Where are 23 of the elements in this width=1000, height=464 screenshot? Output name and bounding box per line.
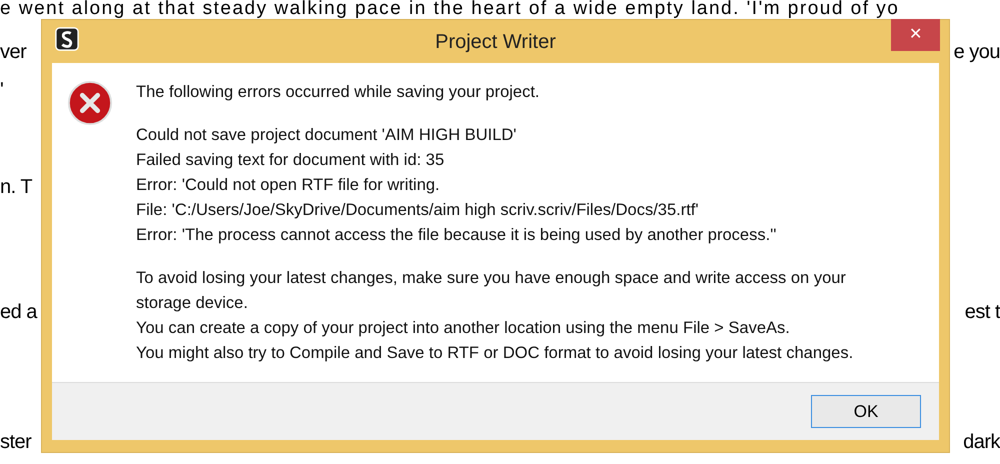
error-message: To avoid losing your latest changes, make sure you have enough space and write access on your storage device. [136,268,847,314]
ok-button[interactable]: OK [811,395,921,428]
error-message: Could not save project document 'AIM HIGH BUILD' [136,125,518,146]
error-message: File: 'C:/Users/Joe/SkyDrive/Documents/aim high scriv.scriv/Files/Docs/35.rtf' [136,200,700,221]
document-text: n. T [0,175,32,200]
document-text: dark [963,430,1000,455]
document-text: ed a [0,300,37,325]
document-text: e you [954,40,1000,65]
error-message: Error: 'The process cannot access the file because it is being used by another process.'' [136,225,778,246]
document-text: ' [0,78,4,103]
error-icon [67,80,113,126]
document-text: ster [0,430,32,455]
error-message: You might also try to Compile and Save to RTF or DOC format to avoid losing your latest changes. [136,343,854,364]
error-message: The following errors occurred while saving your project. [136,82,541,103]
document-text: est t [964,300,1000,325]
window-title: Project Writer [435,30,556,54]
error-message: Error: 'Could not open RTF file for writing. [136,175,441,196]
close-button[interactable]: ✕ [891,19,940,51]
document-text: ver [0,40,26,65]
document-text: e went along at that steady walking pace in the heart of a wide empty land. 'I'm proud of yo [0,0,900,18]
app-logo-icon [55,27,79,51]
error-message: You can create a copy of your project into another location using the menu File > SaveAs. [136,318,791,339]
error-message: Failed saving text for document with id: 35 [136,150,446,171]
